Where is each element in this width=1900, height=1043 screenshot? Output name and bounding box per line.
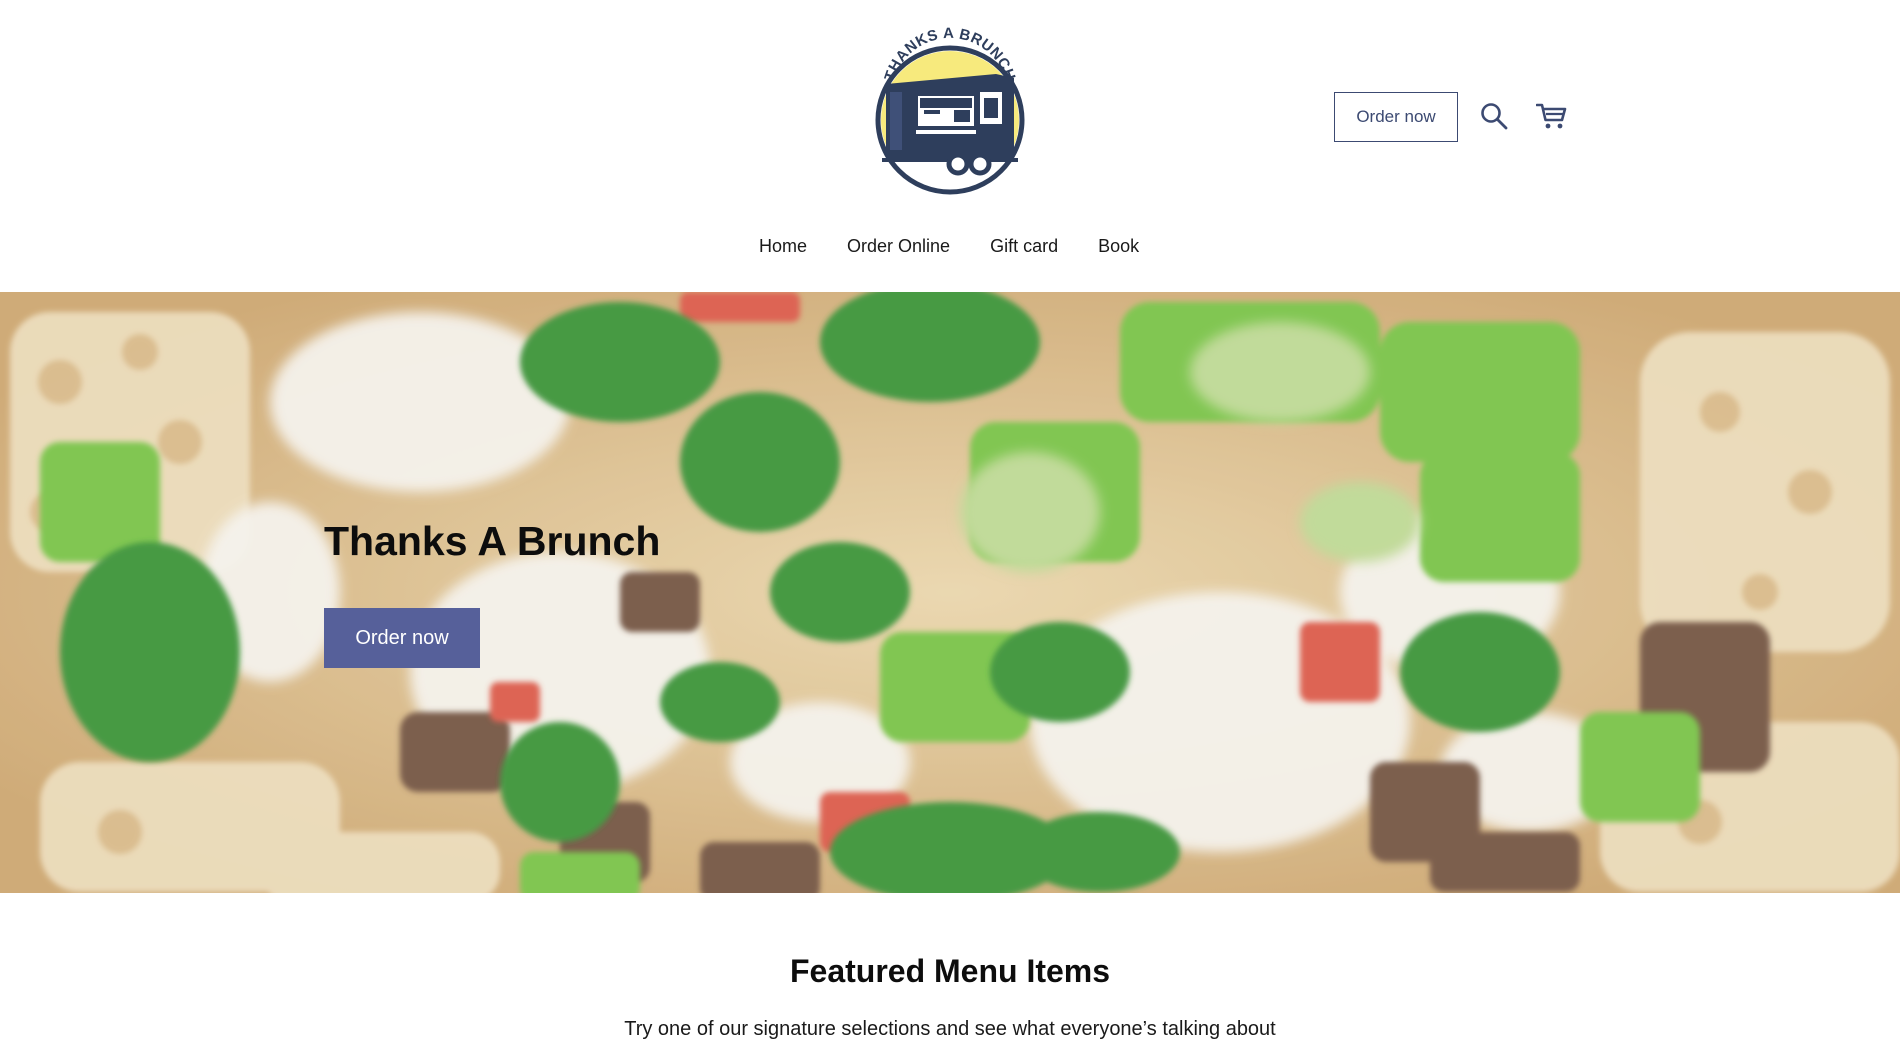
main-nav: Home Order Online Gift card Book (759, 236, 1139, 257)
nav-item-order-online[interactable]: Order Online (847, 236, 950, 257)
search-icon (1481, 103, 1508, 130)
featured-section-title: Featured Menu Items (789, 953, 1111, 989)
hero-order-button[interactable]: Order now (324, 608, 480, 668)
cart-button[interactable] (1534, 98, 1570, 134)
brand-logo[interactable]: THANKS A BRUNCH (868, 26, 1032, 196)
search-button[interactable] (1476, 98, 1512, 134)
hero-banner: Thanks A Brunch Order now (0, 292, 1900, 893)
cart-icon (1536, 103, 1567, 129)
hero-food-image (0, 292, 1900, 893)
nav-item-gift-card[interactable]: Gift card (990, 236, 1058, 257)
site-header: THANKS A BRUNCH Order now (0, 0, 1900, 292)
nav-item-home[interactable]: Home (759, 236, 807, 257)
nav-item-book[interactable]: Book (1098, 236, 1139, 257)
hero-title: Thanks A Brunch (324, 518, 661, 564)
food-truck-logo-icon: THANKS A BRUNCH (875, 26, 1025, 195)
header-order-button[interactable]: Order now (1334, 92, 1458, 142)
featured-section-subtitle: Try one of our signature selections and … (624, 1018, 1276, 1040)
